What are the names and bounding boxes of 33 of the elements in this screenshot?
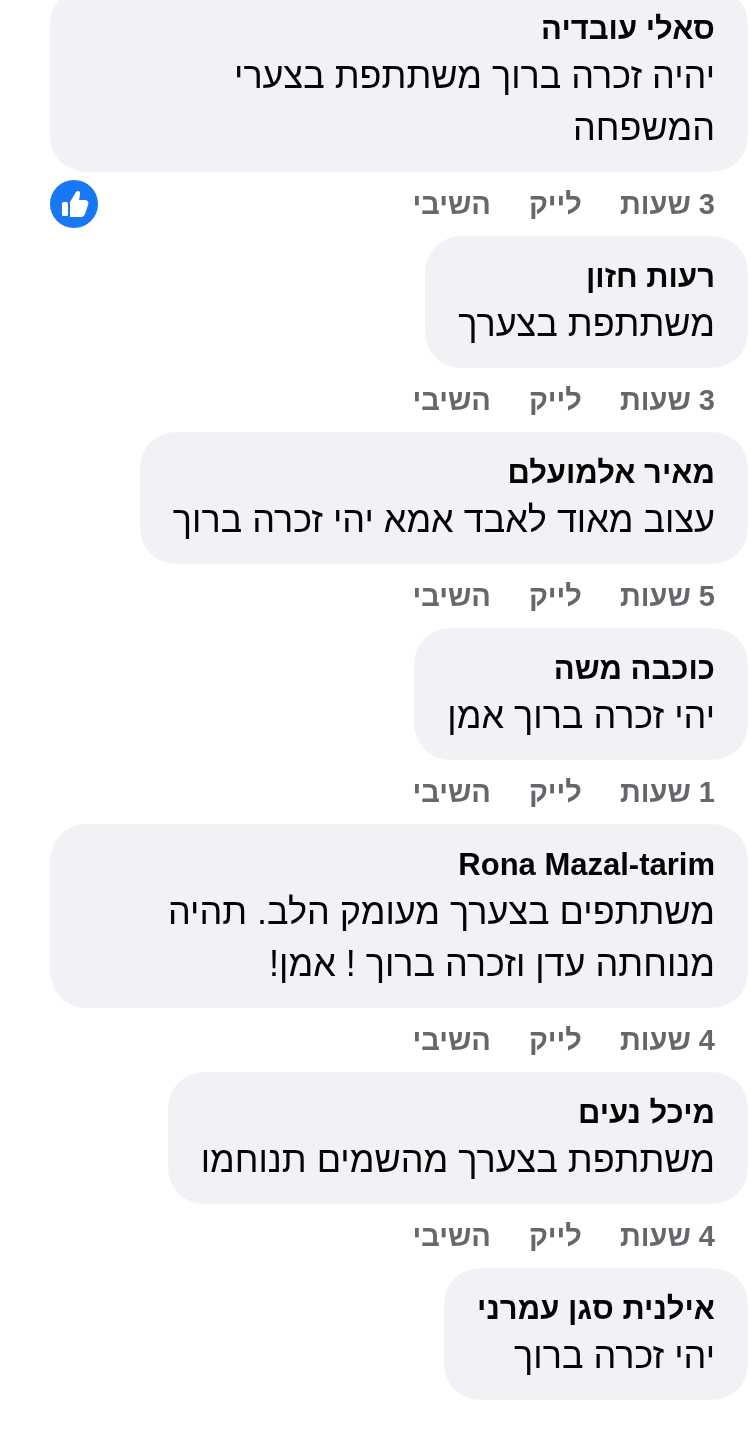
like-link[interactable]: לייק: [528, 1219, 582, 1253]
comment-time[interactable]: 1 שעות: [619, 775, 715, 809]
reply-link[interactable]: השיבי: [412, 383, 491, 417]
author-name[interactable]: אילנית סגן עמרני: [477, 1288, 715, 1330]
comment-text: משתתפת בצערך: [458, 302, 715, 346]
comment-text: יהי זכרה ברוך: [513, 1334, 715, 1378]
reply-link[interactable]: השיבי: [412, 187, 491, 221]
author-name[interactable]: כוכבה משה: [447, 648, 715, 690]
comment-time[interactable]: 5 שעות: [619, 579, 715, 613]
like-link[interactable]: לייק: [528, 579, 582, 613]
reply-link[interactable]: השיבי: [412, 1219, 491, 1253]
reply-link[interactable]: השיבי: [412, 1023, 491, 1057]
comment-text: יהי זכרה ברוך אמן: [447, 694, 715, 738]
comment-text: יהיה זכרה ברוך משתתפת בצערי המשפחה: [233, 54, 715, 150]
author-name[interactable]: סאלי עובדיה: [83, 8, 715, 50]
author-name[interactable]: מאיר אלמועלם: [172, 452, 715, 494]
like-link[interactable]: לייק: [528, 383, 582, 417]
comment-time[interactable]: 3 שעות: [619, 187, 715, 221]
reply-link[interactable]: השיבי: [412, 579, 491, 613]
author-name[interactable]: מיכל נעים: [200, 1092, 715, 1134]
author-name[interactable]: Rona Mazal-tarim: [83, 844, 715, 886]
like-link[interactable]: לייק: [528, 775, 582, 809]
comment-time[interactable]: 3 שעות: [619, 383, 715, 417]
author-name[interactable]: רעות חזון: [458, 256, 715, 298]
like-link[interactable]: לייק: [528, 187, 582, 221]
comment-time[interactable]: 4 שעות: [619, 1219, 715, 1253]
thumbs-up-icon[interactable]: [50, 180, 98, 228]
comment-text: עצוב מאוד לאבד אמא יהי זכרה ברוך: [172, 498, 715, 542]
reply-link[interactable]: השיבי: [412, 775, 491, 809]
like-link[interactable]: לייק: [528, 1023, 582, 1057]
comment-text: משתתפים בצערך מעומק הלב. תהיה מנוחתה עדן וזכרה ברוך ! אמן!: [166, 890, 715, 986]
comment-text: משתתפת בצערך מהשמים תנוחמו: [200, 1138, 715, 1182]
comment-time[interactable]: 4 שעות: [619, 1023, 715, 1057]
